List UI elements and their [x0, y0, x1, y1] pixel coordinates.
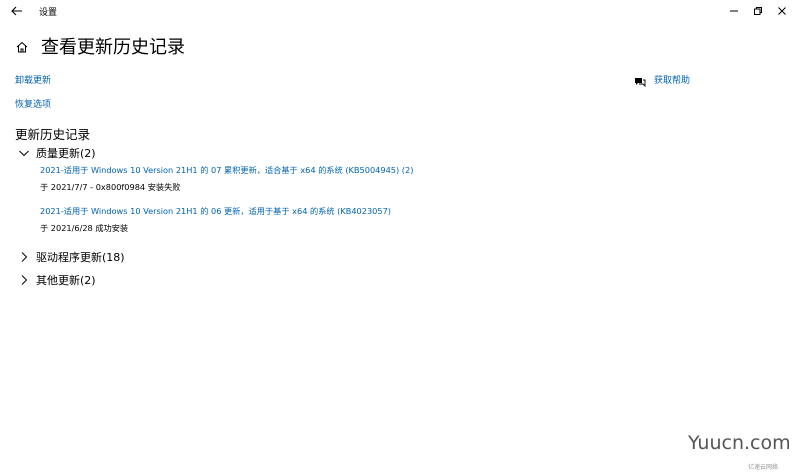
watermark: Yuucn.com	[688, 432, 791, 454]
chevron-down-icon	[19, 150, 29, 157]
section-title: 更新历史记录	[15, 127, 91, 142]
uninstall-updates-link[interactable]: 卸载更新	[15, 73, 51, 86]
back-arrow-icon[interactable]	[8, 2, 26, 20]
update-title-kb5004945[interactable]: 2021-适用于 Windows 10 Version 21H1 的 07 累积…	[40, 164, 413, 176]
page-title: 查看更新历史记录	[41, 37, 185, 58]
close-icon	[778, 7, 786, 15]
update-status-kb5004945: 于 2021/7/7 - 0x800f0984 安装失败	[40, 182, 181, 192]
update-status-kb4023057: 于 2021/6/28 成功安装	[40, 223, 129, 233]
window-title: 设置	[39, 8, 58, 18]
quality-updates-label: 质量更新(2)	[36, 147, 96, 160]
get-help-link[interactable]: 获取帮助	[654, 73, 690, 86]
title-bar: 设置	[0, 0, 800, 22]
chevron-right-icon	[21, 275, 28, 285]
chat-help-icon[interactable]	[634, 73, 646, 88]
watermark-small: 亿速云网络	[748, 464, 779, 471]
other-updates-label: 其他更新(2)	[36, 274, 96, 287]
close-button[interactable]	[760, 0, 800, 22]
update-title-kb4023057[interactable]: 2021-适用于 Windows 10 Version 21H1 的 06 更新…	[40, 205, 391, 217]
recovery-options-link[interactable]: 恢复选项	[15, 97, 51, 110]
driver-updates-label: 驱动程序更新(18)	[36, 251, 125, 264]
chevron-right-icon	[21, 252, 28, 262]
home-icon[interactable]	[15, 39, 29, 53]
